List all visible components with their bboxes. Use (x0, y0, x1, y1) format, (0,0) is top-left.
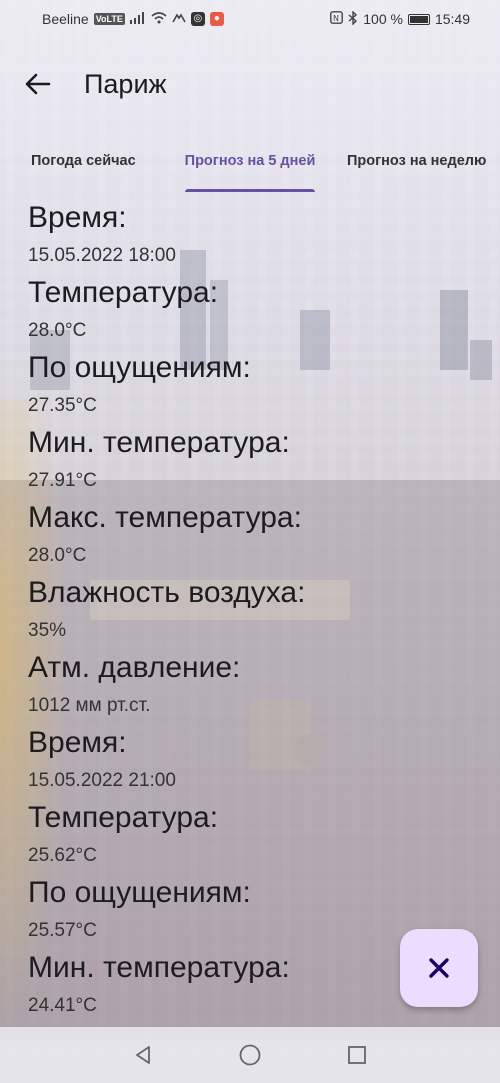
arrow-left-icon (25, 73, 51, 95)
item-value: 1012 мм рт.ст. (28, 695, 151, 716)
status-bar: Beeline VoLTE ◎ ● N 100 % 15:49 (0, 0, 500, 38)
list-item: Температура: 25.62°C (28, 798, 500, 873)
tab-label: Прогноз на 5 дней (184, 153, 316, 169)
item-label: Атм. давление: (28, 651, 241, 684)
system-navigation-bar (0, 1027, 500, 1083)
item-value: 15.05.2022 18:00 (28, 245, 176, 266)
list-item: Время: 15.05.2022 21:00 (28, 723, 500, 798)
back-button[interactable] (10, 56, 66, 112)
tab-current-weather[interactable]: Погода сейчас (0, 128, 167, 194)
item-label: Мин. температура: (28, 426, 290, 459)
item-value: 28.0°C (28, 320, 87, 341)
item-value: 25.62°C (28, 845, 97, 866)
app-icon: ◎ (190, 12, 205, 26)
nav-back-button[interactable] (123, 1035, 163, 1075)
list-item: Макс. температура: 28.0°C (28, 498, 500, 573)
list-item: Температура: 28.0°C (28, 273, 500, 348)
item-label: Температура: (28, 801, 219, 834)
tab-label: Погода сейчас (30, 153, 136, 169)
item-value: 28.0°C (28, 545, 87, 566)
item-value: 27.35°C (28, 395, 97, 416)
close-fab-button[interactable] (400, 929, 478, 1007)
wifi-icon (151, 11, 167, 27)
forecast-list[interactable]: Время: 15.05.2022 18:00 Температура: 28.… (0, 198, 500, 1026)
list-item: Время: 15.05.2022 18:00 (28, 198, 500, 273)
item-value: 27.91°C (28, 470, 97, 491)
battery-percent: 100 % (363, 11, 403, 27)
list-item: Влажность воздуха: 35% (28, 573, 500, 648)
item-label: Макс. температура: (28, 501, 302, 534)
item-value: 35% (28, 620, 67, 641)
item-label: По ощущениям: (28, 351, 251, 384)
nav-recents-button[interactable] (337, 1035, 377, 1075)
status-bar-left: Beeline VoLTE ◎ ● (42, 11, 224, 27)
close-icon (429, 958, 449, 978)
list-item: Атм. давление: 1012 мм рт.ст. (28, 648, 500, 723)
carrier-name: Beeline (42, 11, 89, 27)
network-type-badge: VoLTE (93, 13, 125, 25)
list-item: Мин. температура: 27.91°C (28, 423, 500, 498)
item-label: Влажность воздуха: (28, 576, 306, 609)
item-label: Время: (28, 726, 127, 759)
list-item: По ощущениям: 27.35°C (28, 348, 500, 423)
item-label: По ощущениям: (28, 876, 251, 909)
nav-home-button[interactable] (230, 1035, 270, 1075)
tab-5-day-forecast[interactable]: Прогноз на 5 дней (167, 128, 334, 194)
item-label: Время: (28, 201, 127, 234)
page-title: Париж (84, 68, 167, 99)
map-pin-icon: ● (209, 12, 224, 26)
tab-label: Прогноз на неделю (346, 153, 487, 169)
battery-icon (407, 13, 430, 25)
status-time: 15:49 (434, 11, 470, 27)
status-bar-right: N 100 % 15:49 (330, 9, 470, 28)
app-icon (172, 12, 186, 27)
tab-week-forecast[interactable]: Прогноз на неделю (333, 128, 500, 194)
home-circle-icon (239, 1044, 261, 1066)
svg-text:N: N (333, 14, 339, 23)
tab-bar: Погода сейчас Прогноз на 5 дней Прогноз … (0, 128, 500, 194)
active-tab-indicator (184, 189, 316, 192)
item-value: 15.05.2022 21:00 (28, 770, 176, 791)
recents-square-icon (347, 1046, 366, 1064)
signal-icon (129, 11, 146, 27)
top-app-bar: Париж (0, 56, 500, 112)
item-label: Температура: (28, 276, 219, 309)
nfc-icon: N (330, 11, 344, 27)
bluetooth-icon (348, 9, 358, 28)
back-triangle-icon (136, 1046, 151, 1064)
